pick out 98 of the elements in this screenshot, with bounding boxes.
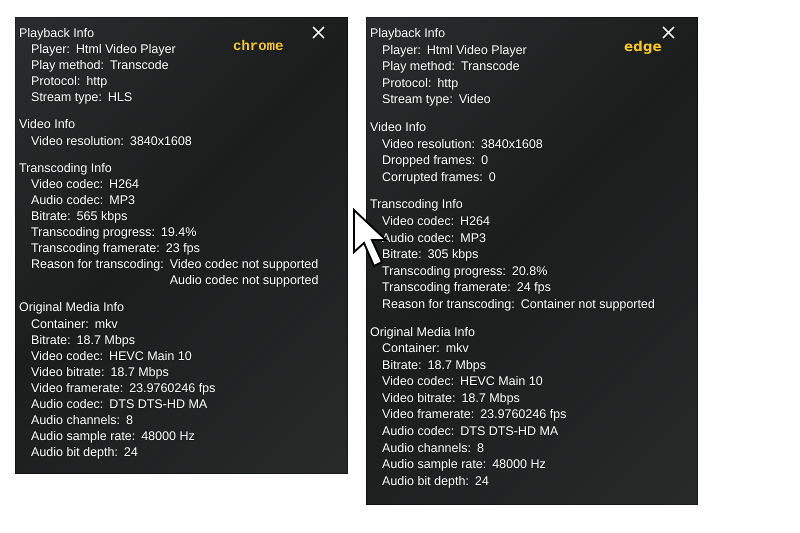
info-value: DTS DTS-HD MA bbox=[460, 423, 558, 440]
info-value: 3840x1608 bbox=[480, 136, 543, 152]
close-icon bbox=[662, 26, 674, 38]
info-label: Audio bit depth: bbox=[31, 444, 118, 460]
info-value: MP3 bbox=[460, 230, 486, 246]
info-label: Video codec: bbox=[382, 212, 454, 230]
info-value: 3840x1608 bbox=[130, 132, 192, 149]
info-value: Video codec not supported bbox=[170, 256, 318, 272]
info-value: 19.4% bbox=[160, 224, 196, 240]
info-label: Play method: bbox=[382, 58, 455, 75]
section-title: Playback Info bbox=[370, 25, 446, 42]
info-label: Reason for transcoding: bbox=[31, 256, 164, 274]
info-value: Html Video Player bbox=[76, 41, 176, 58]
info-value: MP3 bbox=[109, 192, 135, 208]
close-icon bbox=[312, 26, 324, 38]
info-value: 23 fps bbox=[166, 240, 200, 256]
browser-annotation: chrome bbox=[233, 39, 284, 56]
info-value: 0 bbox=[481, 152, 488, 169]
info-label: Reason for transcoding: bbox=[382, 296, 515, 312]
info-label: Video codec: bbox=[31, 348, 104, 364]
info-label: Audio channels: bbox=[31, 412, 120, 428]
info-label: Protocol: bbox=[31, 73, 80, 90]
info-label: Transcoding progress: bbox=[31, 224, 155, 240]
info-value: HLS bbox=[108, 89, 132, 106]
info-value: 18.7 Mbps bbox=[461, 390, 520, 406]
info-value: H264 bbox=[109, 176, 139, 192]
info-label: Player: bbox=[31, 41, 70, 58]
info-label: Play method: bbox=[31, 57, 104, 74]
info-value: 48000 Hz bbox=[141, 428, 195, 444]
info-value: 23.9760246 fps bbox=[480, 406, 566, 424]
section-title: Original Media Info bbox=[19, 299, 124, 316]
info-label: Audio codec: bbox=[382, 423, 454, 440]
info-value: 565 kbps bbox=[76, 208, 128, 224]
info-value: DTS DTS-HD MA bbox=[109, 396, 208, 412]
info-label: Video bitrate: bbox=[382, 390, 456, 406]
info-label: Audio sample rate: bbox=[382, 456, 486, 473]
section-title: Video Info bbox=[370, 118, 426, 136]
section-title: Playback Info bbox=[19, 25, 94, 42]
section-title: Transcoding Info bbox=[19, 160, 112, 176]
browser-annotation: edge bbox=[624, 39, 662, 56]
info-label: Stream type: bbox=[31, 89, 102, 106]
info-value: 48000 Hz bbox=[492, 456, 546, 473]
info-value: Transcode bbox=[460, 58, 520, 75]
info-value: 18.7 Mbps bbox=[110, 364, 169, 380]
info-label: Transcoding framerate: bbox=[382, 279, 511, 296]
info-label: Stream type: bbox=[382, 91, 453, 108]
info-value: Audio codec not supported bbox=[170, 272, 318, 288]
info-value: 8 bbox=[476, 440, 484, 456]
info-label: Bitrate: bbox=[31, 208, 71, 224]
info-value: mkv bbox=[446, 340, 469, 357]
info-label: Video bitrate: bbox=[31, 364, 104, 380]
info-value: 8 bbox=[126, 412, 133, 428]
info-label: Container: bbox=[31, 316, 89, 332]
info-label: Video resolution: bbox=[31, 132, 124, 149]
info-value: 20.8% bbox=[512, 262, 548, 280]
info-label: Bitrate: bbox=[382, 246, 422, 263]
info-value: 24 fps bbox=[516, 279, 551, 296]
info-label: Audio channels: bbox=[382, 440, 471, 456]
info-value: Transcode bbox=[110, 57, 169, 74]
info-value: 305 kbps bbox=[428, 246, 478, 263]
info-label: Audio sample rate: bbox=[31, 428, 136, 444]
info-value: 24 bbox=[124, 444, 138, 460]
info-value: HEVC Main 10 bbox=[460, 373, 543, 390]
info-label: Transcoding framerate: bbox=[31, 240, 160, 256]
info-label: Video codec: bbox=[31, 176, 104, 192]
info-value: 24 bbox=[474, 472, 489, 490]
info-value: 18.7 Mbps bbox=[76, 332, 135, 348]
close-button[interactable] bbox=[310, 24, 326, 40]
close-button[interactable] bbox=[660, 24, 676, 40]
info-value: mkv bbox=[94, 316, 118, 332]
info-label: Video codec: bbox=[382, 373, 454, 390]
info-label: Audio bit depth: bbox=[382, 472, 469, 490]
info-label: Protocol: bbox=[382, 74, 432, 92]
info-value: Container not supported bbox=[520, 296, 655, 312]
info-label: Corrupted frames: bbox=[382, 168, 483, 186]
info-value: Video bbox=[458, 91, 491, 108]
info-label: Video framerate: bbox=[31, 380, 124, 396]
info-value: 23.9760246 fps bbox=[129, 380, 216, 396]
info-label: Bitrate: bbox=[31, 332, 71, 348]
info-label: Container: bbox=[382, 340, 440, 357]
info-value: H264 bbox=[460, 212, 490, 230]
info-label: Video resolution: bbox=[382, 136, 475, 152]
info-value: HEVC Main 10 bbox=[109, 348, 192, 364]
section-title: Video Info bbox=[19, 116, 76, 133]
info-label: Video framerate: bbox=[382, 406, 474, 424]
info-value: 0 bbox=[488, 168, 496, 186]
info-label: Transcoding progress: bbox=[382, 262, 506, 280]
info-value: http bbox=[437, 74, 458, 92]
info-label: Audio codec: bbox=[31, 396, 104, 412]
info-label: Player: bbox=[382, 42, 421, 58]
section-title: Transcoding Info bbox=[370, 196, 463, 213]
info-value: Html Video Player bbox=[426, 42, 527, 58]
info-value: 18.7 Mbps bbox=[428, 356, 486, 374]
info-value: http bbox=[86, 73, 108, 90]
info-label: Dropped frames: bbox=[382, 152, 476, 169]
section-title: Original Media Info bbox=[370, 324, 475, 340]
info-label: Audio codec: bbox=[31, 192, 104, 208]
info-label: Bitrate: bbox=[382, 356, 422, 374]
